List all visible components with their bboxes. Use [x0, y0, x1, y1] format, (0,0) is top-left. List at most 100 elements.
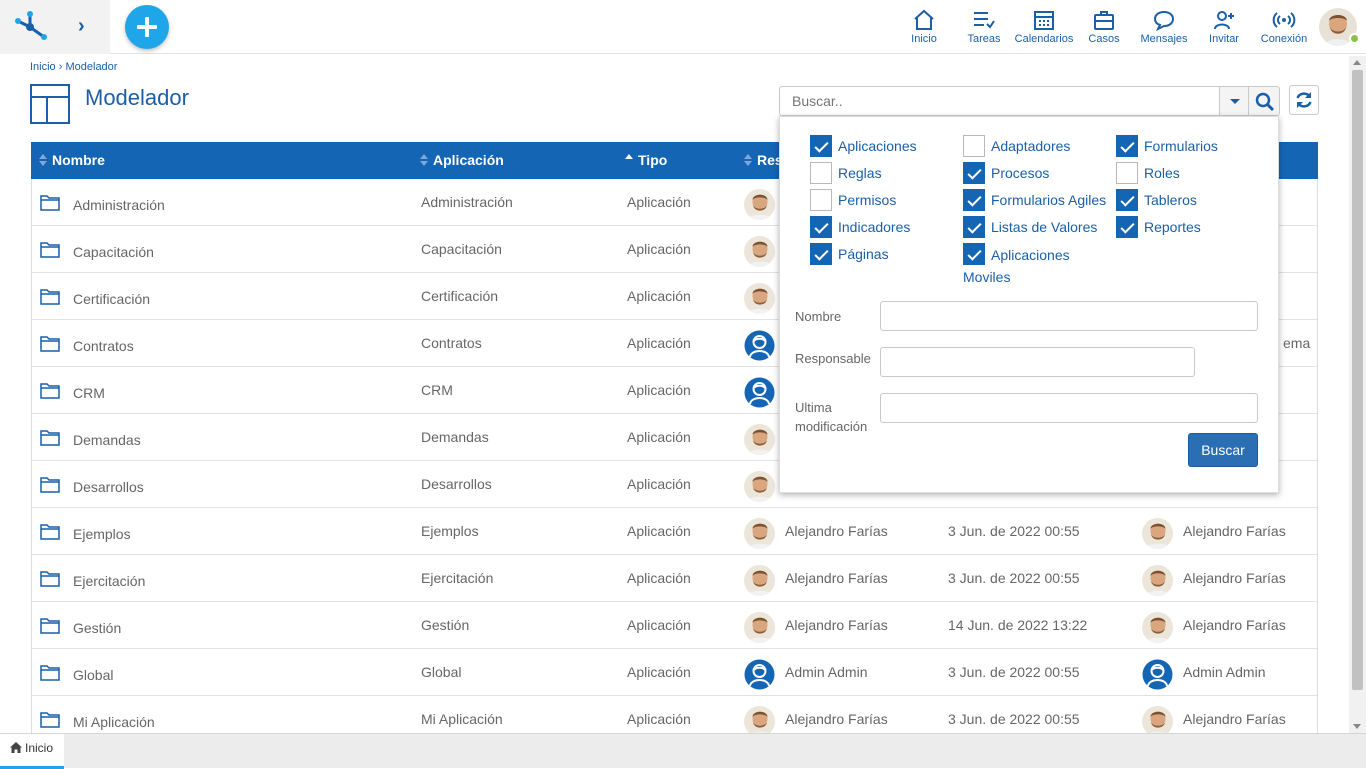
column-header-aplicacion[interactable]: Aplicación — [420, 152, 504, 168]
column-header-responsable[interactable]: Res — [744, 152, 783, 168]
search-options-dropdown[interactable] — [1219, 86, 1249, 116]
scroll-down-icon[interactable] — [1353, 724, 1361, 729]
row-name: Demandas — [73, 432, 141, 448]
folder-icon — [40, 665, 60, 681]
tab-label: Inicio — [25, 741, 54, 755]
ultima-modificacion-label: Ultima modificación — [795, 400, 868, 434]
filter-checkbox[interactable]: Formularios Agiles — [963, 189, 1106, 211]
checkbox-box[interactable] — [1116, 135, 1138, 157]
row-type: Aplicación — [627, 288, 691, 304]
home-icon — [10, 742, 22, 753]
nav-invitar[interactable]: Invitar — [1192, 9, 1256, 45]
filter-checkbox[interactable]: Aplicaciones — [810, 135, 917, 157]
filter-checkbox[interactable]: Indicadores — [810, 216, 910, 238]
row-responsible: Alejandro Farías — [785, 523, 888, 539]
tasks-icon — [974, 12, 995, 29]
nav-tareas[interactable]: Tareas — [952, 9, 1016, 45]
responsible-avatar — [744, 659, 775, 690]
search-button[interactable] — [1248, 86, 1280, 116]
row-name: Ejercitación — [73, 573, 146, 589]
row-name: CRM — [73, 385, 105, 401]
responsible-avatar — [744, 612, 775, 643]
column-header-nombre[interactable]: Nombre — [39, 152, 105, 168]
responsible-avatar — [744, 471, 775, 502]
folder-icon — [40, 195, 60, 211]
online-status-dot — [1349, 33, 1360, 44]
table-row[interactable]: Ejemplos Ejemplos Aplicación Alejandro Farí… — [32, 508, 1317, 555]
checkbox-box[interactable] — [810, 189, 832, 211]
responsible-avatar — [744, 518, 775, 549]
table-row[interactable]: Gestión Gestión Aplicación Alejandro Farías… — [32, 602, 1317, 649]
breadcrumb-home[interactable]: Inicio — [30, 61, 56, 73]
checkbox-box[interactable] — [1116, 216, 1138, 238]
modifier-avatar — [1142, 659, 1173, 690]
column-label: Nombre — [52, 152, 105, 168]
nav-casos[interactable]: Casos — [1072, 9, 1136, 45]
table-row[interactable]: Global Global Aplicación Admin Admin 3 Jun. … — [32, 649, 1317, 696]
add-button[interactable] — [125, 5, 169, 49]
nombre-field[interactable] — [880, 301, 1258, 331]
checkbox-box[interactable] — [963, 189, 985, 211]
refresh-button[interactable] — [1289, 85, 1319, 115]
checkbox-box[interactable] — [963, 243, 985, 265]
row-application: Global — [421, 664, 462, 680]
row-type: Aplicación — [627, 476, 691, 492]
filter-checkbox[interactable]: Permisos — [810, 189, 896, 211]
responsible-avatar — [744, 424, 775, 455]
bottom-tab-bar: Inicio — [0, 733, 1366, 769]
column-header-tipo[interactable]: Tipo — [625, 152, 667, 168]
row-name: Capacitación — [73, 244, 154, 260]
filter-checkbox[interactable]: Adaptadores — [963, 135, 1070, 157]
filter-checkbox[interactable]: Roles — [1116, 162, 1180, 184]
responsible-avatar — [744, 236, 775, 267]
checkbox-box[interactable] — [963, 162, 985, 184]
row-application: Capacitación — [421, 241, 502, 257]
responsable-field[interactable] — [880, 347, 1195, 377]
checkbox-box[interactable] — [963, 135, 985, 157]
filter-checkbox[interactable]: Reglas — [810, 162, 882, 184]
filter-checkbox[interactable]: Formularios — [1116, 135, 1218, 157]
filter-checkbox[interactable]: Aplicaciones Moviles — [963, 243, 1093, 288]
checkbox-label: Indicadores — [838, 219, 911, 235]
nav-calendarios[interactable]: Calendarios — [1012, 9, 1076, 45]
filter-checkbox[interactable]: Procesos — [963, 162, 1049, 184]
checkbox-box[interactable] — [810, 135, 832, 157]
tab-inicio[interactable]: Inicio — [0, 734, 64, 769]
checkbox-box[interactable] — [810, 216, 832, 238]
filter-checkbox[interactable]: Tableros — [1116, 189, 1197, 211]
search-input[interactable] — [779, 86, 1220, 116]
checkbox-label: Tableros — [1144, 192, 1197, 208]
scroll-up-icon[interactable] — [1353, 60, 1361, 65]
filter-checkbox[interactable]: Páginas — [810, 243, 889, 265]
checkbox-label: Reglas — [838, 165, 882, 181]
checkbox-box[interactable] — [963, 216, 985, 238]
checkbox-box[interactable] — [810, 162, 832, 184]
ultima-modificacion-field[interactable] — [880, 393, 1258, 423]
filter-checkbox[interactable]: Reportes — [1116, 216, 1201, 238]
buscar-button[interactable]: Buscar — [1188, 433, 1258, 467]
row-application: Gestión — [421, 617, 470, 633]
checkbox-box[interactable] — [810, 243, 832, 265]
checkbox-label: Aplicaciones — [838, 138, 917, 154]
app-menu-toggle[interactable]: › — [0, 0, 110, 54]
nav-mensajes[interactable]: Mensajes — [1132, 9, 1196, 45]
responsible-avatar — [744, 377, 775, 408]
nav-conexion[interactable]: Conexión — [1252, 9, 1316, 45]
checkbox-box[interactable] — [1116, 189, 1138, 211]
table-row[interactable]: Mi Aplicación Mi Aplicación Aplicación Alej… — [32, 696, 1317, 735]
table-row[interactable]: Ejercitación Ejercitación Aplicación Alejan… — [32, 555, 1317, 602]
responsible-avatar — [744, 706, 775, 735]
nav-label: Inicio — [911, 33, 937, 45]
top-bar: › Inicio Tareas Calendarios Casos Mensaj… — [0, 0, 1366, 54]
signal-icon — [1272, 12, 1296, 28]
modifier-avatar — [1142, 706, 1173, 735]
nav-label: Casos — [1088, 33, 1120, 45]
checkbox-box[interactable] — [1116, 162, 1138, 184]
row-name: Certificación — [73, 291, 151, 307]
row-name: Desarrollos — [73, 479, 144, 495]
filter-checkbox[interactable]: Listas de Valores — [963, 216, 1097, 238]
vertical-scrollbar[interactable] — [1349, 56, 1366, 734]
nav-inicio[interactable]: Inicio — [892, 9, 956, 45]
scrollbar-thumb[interactable] — [1352, 70, 1363, 690]
folder-icon — [40, 712, 60, 728]
